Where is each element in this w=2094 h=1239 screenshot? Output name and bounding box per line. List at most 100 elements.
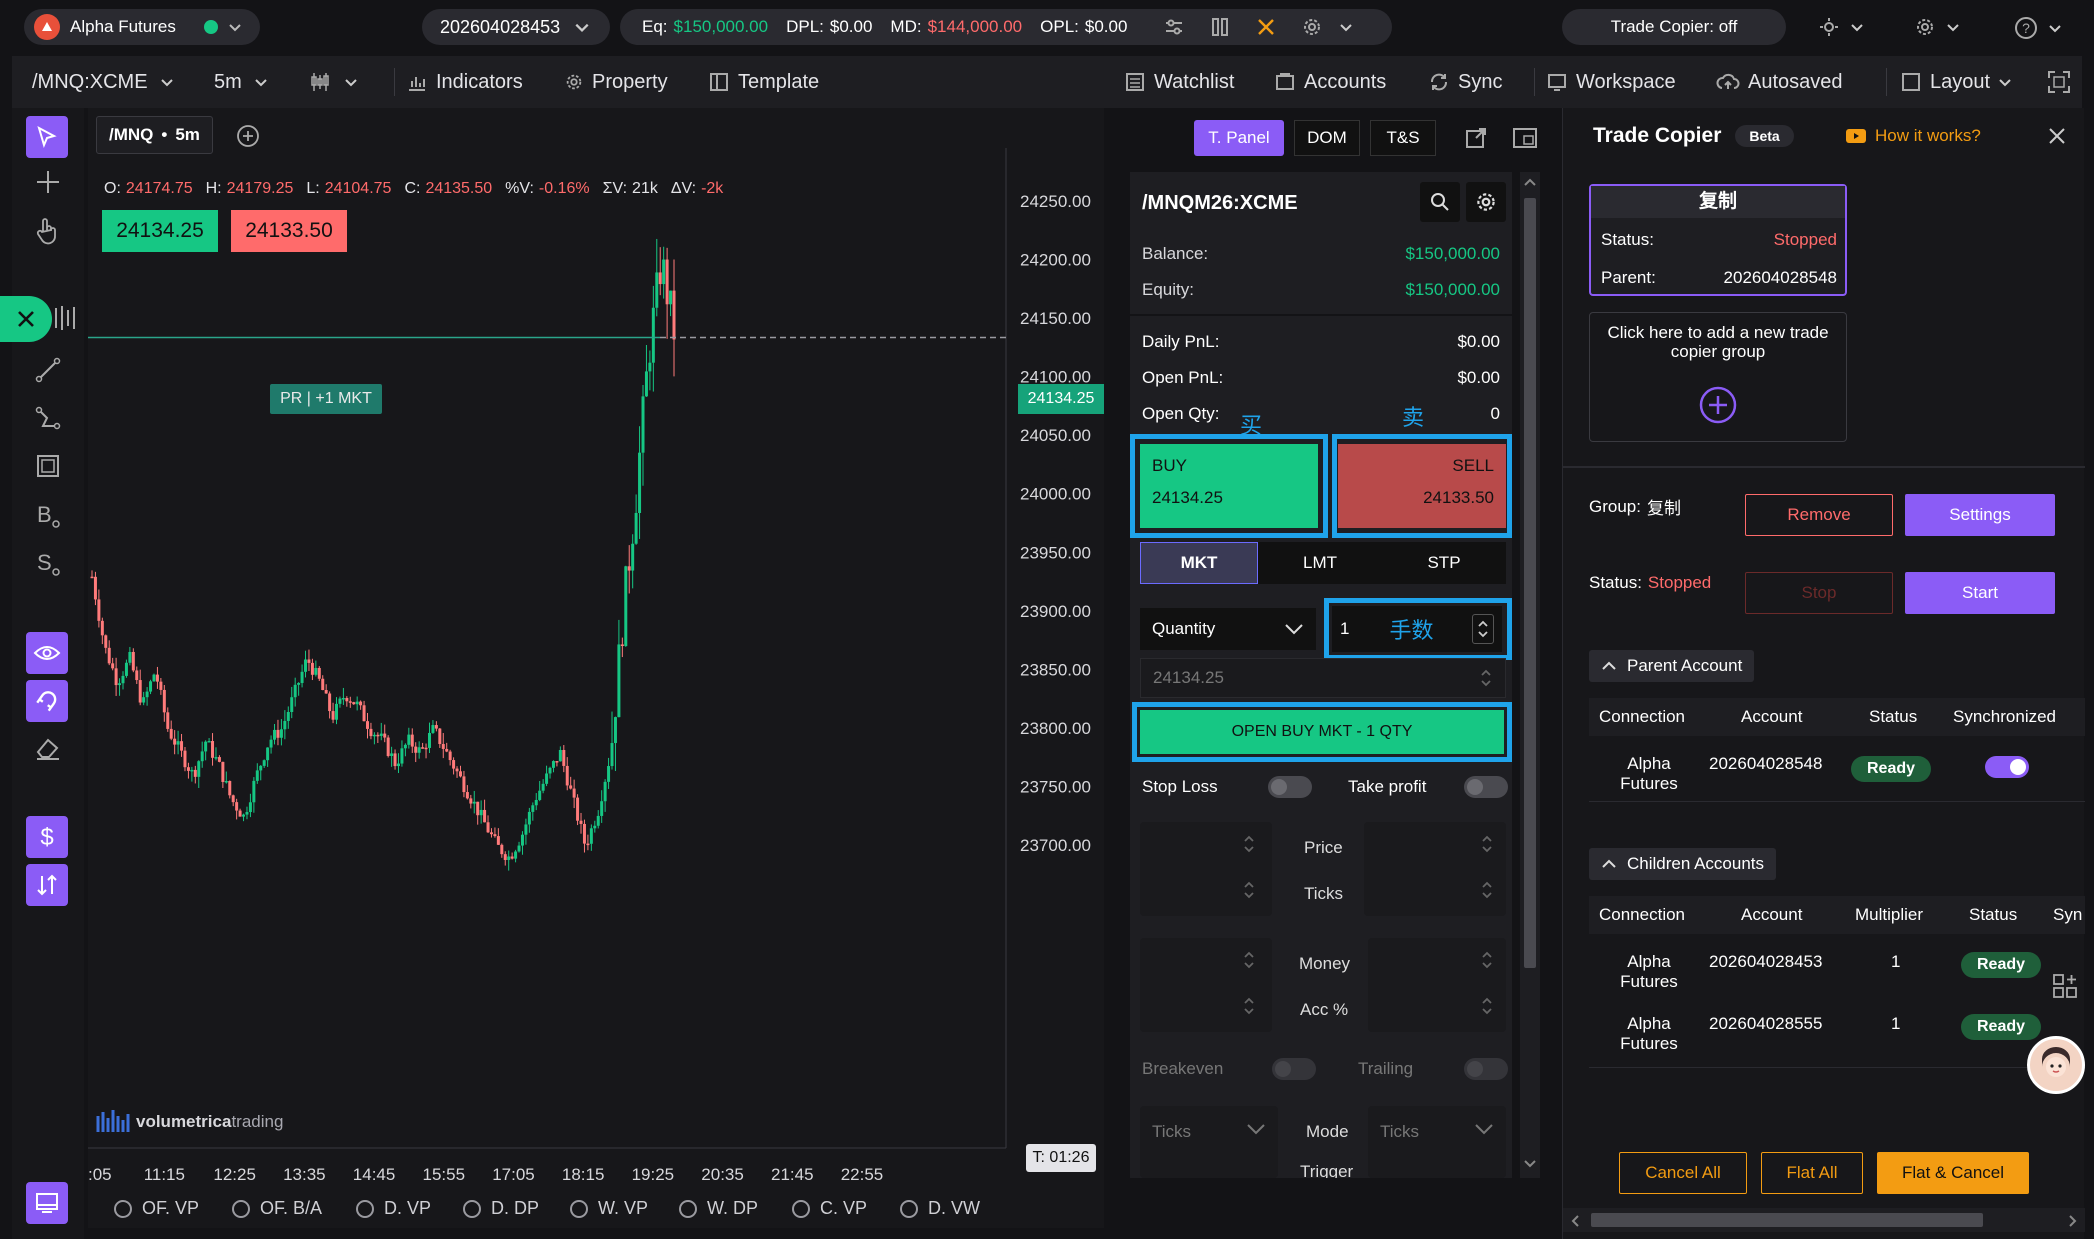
cursor-tool[interactable] — [26, 116, 68, 158]
stop-button[interactable]: Stop — [1745, 572, 1893, 614]
assistant-avatar[interactable] — [2027, 1036, 2085, 1094]
search-button[interactable] — [1420, 182, 1460, 222]
flat-all-button[interactable]: Flat All — [1761, 1152, 1863, 1194]
indicator-c-vp[interactable]: C. VP — [792, 1198, 900, 1219]
trailing-toggle[interactable] — [1464, 1058, 1508, 1080]
bars-tool-icon[interactable] — [52, 304, 76, 332]
stepper-icon[interactable] — [1242, 832, 1256, 856]
chevron-down-icon[interactable] — [1339, 20, 1353, 34]
stepper-icon[interactable] — [1242, 948, 1256, 972]
close-icon[interactable] — [2045, 124, 2069, 148]
indicator-d-vp[interactable]: D. VP — [356, 1198, 463, 1219]
sync-button[interactable]: Sync — [1428, 71, 1502, 94]
trading-panel-scrollbar[interactable] — [1520, 172, 1540, 1178]
sliders-icon[interactable] — [1163, 16, 1185, 38]
parent-account-section-toggle[interactable]: Parent Account — [1589, 650, 1755, 682]
indicator-w-dp[interactable]: W. DP — [679, 1198, 792, 1219]
rectangle-tool-icon[interactable] — [34, 452, 62, 480]
tab-ts[interactable]: T&S — [1370, 120, 1436, 156]
remove-button[interactable]: Remove — [1745, 494, 1893, 536]
close-tool-button[interactable] — [0, 296, 52, 342]
sell-button[interactable]: SELL 24133.50 — [1338, 444, 1506, 528]
scrollbar-thumb[interactable] — [1591, 1213, 1983, 1227]
settings-menu[interactable] — [1914, 16, 1960, 38]
indicator-of-ba[interactable]: OF. B/A — [232, 1198, 356, 1219]
panel-settings-button[interactable] — [1466, 182, 1506, 222]
stepper-icon[interactable] — [1480, 878, 1494, 902]
stepper-icon[interactable] — [1242, 994, 1256, 1018]
children-accounts-section-toggle[interactable]: Children Accounts — [1589, 848, 1777, 880]
indicator-w-vp[interactable]: W. VP — [570, 1198, 679, 1219]
crosshair-icon[interactable] — [34, 168, 62, 196]
trade-tool[interactable]: $ — [26, 816, 68, 858]
how-it-works-link[interactable]: How it works? — [1845, 126, 1981, 146]
accounts-button[interactable]: Accounts — [1274, 71, 1386, 94]
trade-copier-status[interactable]: Trade Copier: off — [1562, 9, 1786, 45]
fullscreen-icon[interactable] — [2046, 69, 2072, 95]
stop-loss-toggle[interactable] — [1268, 776, 1312, 798]
apps-icon[interactable] — [2051, 972, 2079, 1000]
eraser-icon[interactable] — [34, 734, 62, 762]
flat-and-cancel-button[interactable]: Flat & Cancel — [1877, 1152, 2029, 1194]
watchlist-button[interactable]: Watchlist — [1124, 71, 1234, 94]
tab-stp[interactable]: STP — [1382, 542, 1506, 584]
stepper-icon[interactable] — [1472, 614, 1494, 644]
quantity-dropdown[interactable]: Quantity — [1140, 608, 1316, 650]
tab-lmt[interactable]: LMT — [1258, 542, 1382, 584]
cancel-all-button[interactable]: Cancel All — [1619, 1152, 1747, 1194]
magnet-tool[interactable] — [26, 680, 68, 722]
synchronized-toggle[interactable] — [1985, 756, 2029, 778]
broker-selector[interactable]: Alpha Futures — [24, 9, 260, 45]
help-menu[interactable]: ? — [2014, 16, 2062, 40]
gear-icon[interactable] — [1301, 16, 1323, 38]
add-copier-group-card[interactable]: Click here to add a new trade copier gro… — [1589, 312, 1847, 442]
indicator-d-vw[interactable]: D. VW — [900, 1198, 1010, 1219]
template-button[interactable]: Template — [708, 71, 819, 94]
autosaved-button[interactable]: Autosaved — [1716, 71, 1843, 94]
indicators-button[interactable]: Indicators — [406, 71, 523, 94]
layout-button[interactable]: Layout — [1900, 71, 2012, 94]
sort-tool[interactable] — [26, 864, 68, 906]
stepper-icon[interactable] — [1480, 994, 1494, 1018]
symbol-selector[interactable]: /MNQ:XCME — [32, 71, 174, 94]
timeframe-selector[interactable]: 5m — [214, 71, 268, 94]
settings-button[interactable]: Settings — [1905, 494, 2055, 536]
trendline-icon[interactable] — [34, 356, 62, 384]
property-button[interactable]: Property — [564, 71, 668, 94]
buy-button[interactable]: BUY 24134.25 — [1140, 444, 1318, 528]
price-chart[interactable]: 24250.0024200.0024150.0024100.0024050.00… — [88, 148, 1104, 1228]
theme-toggle[interactable] — [1818, 16, 1864, 38]
stepper-icon[interactable] — [1480, 832, 1494, 856]
position-tag[interactable]: PR | +1 MKT — [270, 384, 382, 414]
maximize-icon[interactable] — [1512, 126, 1538, 150]
tab-mkt[interactable]: MKT — [1140, 542, 1258, 584]
close-positions-icon[interactable] — [1255, 16, 1277, 38]
indicator-of-vp[interactable]: OF. VP — [114, 1198, 232, 1219]
stepper-icon[interactable] — [1480, 948, 1494, 972]
tab-dom[interactable]: DOM — [1294, 120, 1360, 156]
copier-group-card[interactable]: 复制 Status: Stopped Parent: 202604028548 — [1589, 184, 1847, 296]
add-chart-icon[interactable] — [236, 124, 260, 148]
panel-tool[interactable] — [26, 1182, 68, 1224]
columns-icon[interactable] — [1209, 16, 1231, 38]
text-tool-icon[interactable]: B — [34, 500, 62, 530]
indicator-d-dp[interactable]: D. DP — [463, 1198, 570, 1219]
ticks-select[interactable]: Ticks — [1140, 1106, 1278, 1178]
account-selector[interactable]: 202604028453 — [422, 9, 610, 45]
take-profit-toggle[interactable] — [1464, 776, 1508, 798]
chart-type-selector[interactable] — [308, 70, 358, 94]
hand-icon[interactable] — [34, 216, 62, 246]
stepper-icon[interactable] — [1242, 878, 1256, 902]
start-button[interactable]: Start — [1905, 572, 2055, 614]
quantity-input[interactable]: 1 手数 — [1332, 606, 1502, 652]
fib-tool-icon[interactable]: S — [34, 548, 62, 578]
mode-select[interactable]: Ticks — [1368, 1106, 1506, 1178]
open-buy-button[interactable]: OPEN BUY MKT - 1 QTY — [1140, 710, 1504, 754]
tab-t-panel[interactable]: T. Panel — [1194, 120, 1284, 156]
visibility-tool[interactable] — [26, 632, 68, 674]
workspace-button[interactable]: Workspace — [1546, 71, 1676, 94]
price-input[interactable]: 24134.25 — [1140, 658, 1506, 698]
popout-icon[interactable] — [1464, 126, 1488, 150]
path-tool-icon[interactable] — [34, 404, 62, 432]
copier-h-scrollbar[interactable] — [1563, 1208, 2085, 1232]
